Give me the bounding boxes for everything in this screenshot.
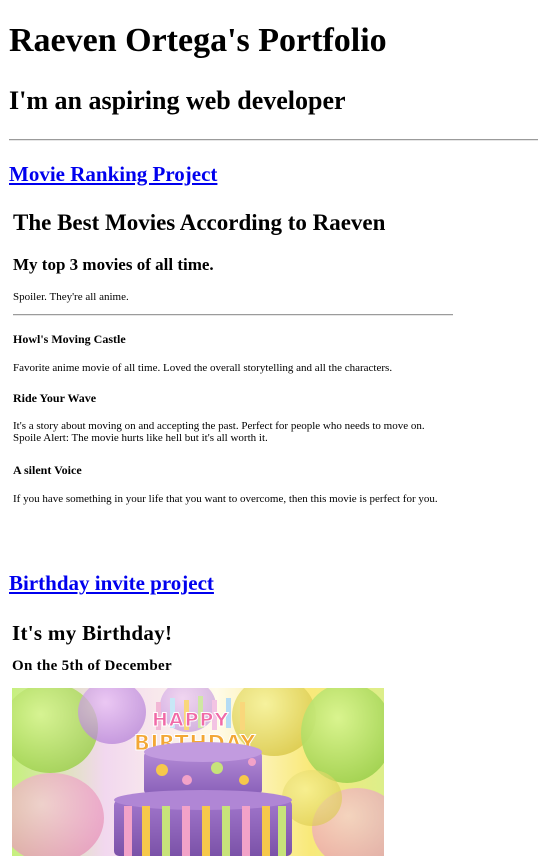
portfolio-page: Raeven Ortega's Portfolio I'm an aspirin… (0, 0, 538, 856)
movie-title-2: Ride Your Wave (13, 391, 97, 405)
movie-page-subtitle: My top 3 movies of all time. (13, 255, 214, 274)
birthday-cake-image: HAPPY BIRTHDAY (12, 688, 384, 856)
movie-ranking-embed: The Best Movies According to Raeven My t… (9, 198, 459, 538)
movie-description-1: Favorite anime movie of all time. Loved … (13, 362, 393, 374)
movie-divider (13, 314, 453, 316)
movie-spoiler-text: Spoiler. They're all anime. (13, 291, 129, 303)
birthday-date: On the 5th of December (12, 658, 172, 674)
movie-page-title: The Best Movies According to Raeven (13, 210, 386, 235)
page-tagline: I'm an aspiring web developer (9, 86, 346, 115)
movie-description-2: It's a story about moving on and accepti… (13, 420, 425, 444)
page-title: Raeven Ortega's Portfolio (9, 22, 387, 59)
birthday-invite-embed: It's my Birthday! On the 5th of December (9, 608, 469, 856)
birthday-invite-project-link[interactable]: Birthday invite project (9, 570, 214, 596)
movie-description-3: If you have something in your life that … (13, 493, 438, 505)
movie-title-1: Howl's Moving Castle (13, 332, 126, 346)
movie-ranking-project-link[interactable]: Movie Ranking Project (9, 161, 217, 187)
movie-title-3: A silent Voice (13, 463, 82, 477)
birthday-title: It's my Birthday! (12, 621, 173, 645)
svg-text:HAPPY: HAPPY (152, 709, 229, 731)
header-divider (9, 139, 538, 141)
